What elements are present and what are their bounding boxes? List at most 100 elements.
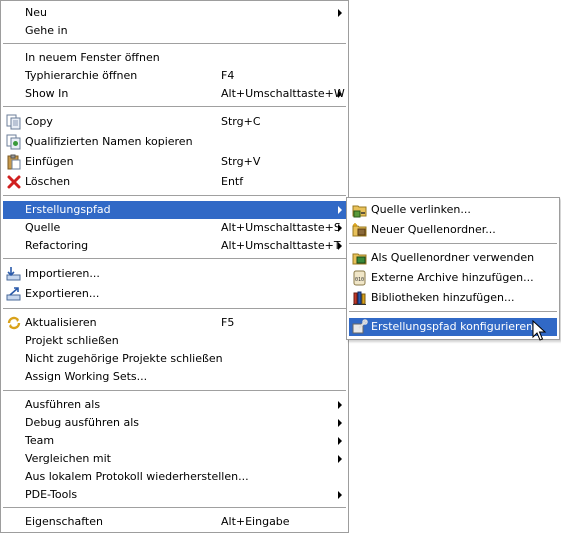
menu-item-label: Nicht zugehörige Projekte schließen xyxy=(25,352,223,365)
menu-separator xyxy=(349,243,557,244)
build-path-submenu: Quelle verlinken... Neuer Quellenordner.… xyxy=(346,197,560,340)
submenu-arrow-icon xyxy=(338,401,342,409)
menu-item-label: PDE-Tools xyxy=(25,488,78,501)
menu-item-accelerator: Alt+Umschalttaste+S xyxy=(221,221,341,234)
menu-item-refresh[interactable]: Aktualisieren F5 xyxy=(3,314,346,332)
add-libraries-icon xyxy=(352,290,368,306)
menu-item-close-project[interactable]: Projekt schließen xyxy=(3,332,346,350)
submenu-arrow-icon xyxy=(338,242,342,250)
menu-item-refactoring[interactable]: Refactoring Alt+Umschalttaste+T xyxy=(3,237,346,255)
submenu-item-new-source-folder[interactable]: Neuer Quellenordner... xyxy=(349,221,557,239)
mouse-cursor-icon xyxy=(532,320,547,341)
menu-item-accelerator: Strg+C xyxy=(221,115,261,128)
menu-item-pde-tools[interactable]: PDE-Tools xyxy=(3,486,346,504)
menu-item-label: Eigenschaften xyxy=(25,515,103,528)
export-icon xyxy=(6,286,22,302)
menu-item-delete[interactable]: Löschen Entf xyxy=(3,173,346,191)
menu-separator xyxy=(3,390,346,391)
submenu-arrow-icon xyxy=(338,455,342,463)
menu-item-debug-as[interactable]: Debug ausführen als xyxy=(3,414,346,432)
menu-item-accelerator: Alt+Umschalttaste+T xyxy=(221,239,341,252)
menu-item-label: Gehe in xyxy=(25,24,68,37)
menu-item-restore-from-local-history[interactable]: Aus lokalem Protokoll wiederherstellen..… xyxy=(3,468,346,486)
menu-item-copy-qualified-name[interactable]: Qualifizierten Namen kopieren xyxy=(3,133,346,151)
menu-item-close-unrelated-projects[interactable]: Nicht zugehörige Projekte schließen xyxy=(3,350,346,368)
submenu-item-add-external-archives[interactable]: 010 Externe Archive hinzufügen... xyxy=(349,269,557,287)
submenu-arrow-icon xyxy=(338,491,342,499)
menu-item-label: Team xyxy=(25,434,55,447)
menu-item-open-type-hierarchy[interactable]: Typhierarchie öffnen F4 xyxy=(3,67,346,85)
menu-item-label: Aktualisieren xyxy=(25,316,97,329)
menu-item-label: Vergleichen mit xyxy=(25,452,111,465)
menu-item-properties[interactable]: Eigenschaften Alt+Eingabe xyxy=(3,513,346,531)
menu-item-label: Neuer Quellenordner... xyxy=(371,223,496,236)
menu-item-label: Assign Working Sets... xyxy=(25,370,148,383)
submenu-item-use-as-source-folder[interactable]: Als Quellenordner verwenden xyxy=(349,249,557,267)
menu-item-label: Quelle xyxy=(25,221,61,234)
menu-item-show-in[interactable]: Show In Alt+Umschalttaste+W xyxy=(3,85,346,103)
menu-separator xyxy=(3,106,346,107)
configure-build-path-icon xyxy=(352,319,368,335)
menu-item-label: Externe Archive hinzufügen... xyxy=(371,271,534,284)
menu-item-assign-working-sets[interactable]: Assign Working Sets... xyxy=(3,368,346,386)
submenu-item-configure-build-path[interactable]: Erstellungspfad konfigurieren... xyxy=(349,318,557,336)
menu-item-neu[interactable]: Neu xyxy=(3,4,346,22)
submenu-item-add-libraries[interactable]: Bibliotheken hinzufügen... xyxy=(349,289,557,307)
refresh-icon xyxy=(6,315,22,331)
menu-separator xyxy=(3,507,346,508)
submenu-arrow-icon xyxy=(338,224,342,232)
submenu-arrow-icon xyxy=(338,437,342,445)
submenu-arrow-icon xyxy=(338,419,342,427)
menu-item-accelerator: F5 xyxy=(221,316,235,329)
menu-item-label: Quelle verlinken... xyxy=(371,203,471,216)
svg-text:010: 010 xyxy=(355,277,364,283)
menu-item-accelerator: Alt+Eingabe xyxy=(221,515,290,528)
menu-item-label: Copy xyxy=(25,115,53,128)
menu-item-accelerator: F4 xyxy=(221,69,235,82)
menu-item-label: Typhierarchie öffnen xyxy=(25,69,138,82)
menu-item-label: Als Quellenordner verwenden xyxy=(371,251,535,264)
menu-item-team[interactable]: Team xyxy=(3,432,346,450)
menu-item-label: Ausführen als xyxy=(25,398,101,411)
menu-item-accelerator: Alt+Umschalttaste+W xyxy=(221,87,345,100)
submenu-item-link-source[interactable]: Quelle verlinken... xyxy=(349,201,557,219)
menu-item-export[interactable]: Exportieren... xyxy=(3,285,346,303)
delete-icon xyxy=(6,174,22,190)
menu-item-accelerator: Strg+V xyxy=(221,155,261,168)
menu-item-label: Qualifizierten Namen kopieren xyxy=(25,135,193,148)
menu-item-label: Debug ausführen als xyxy=(25,416,139,429)
menu-item-label: Einfügen xyxy=(25,155,74,168)
menu-item-accelerator: Entf xyxy=(221,175,244,188)
add-external-archive-icon: 010 xyxy=(352,270,368,286)
import-icon xyxy=(6,266,22,282)
paste-icon xyxy=(6,154,22,170)
menu-item-import[interactable]: Importieren... xyxy=(3,265,346,283)
copy-qualified-name-icon xyxy=(6,134,22,150)
menu-item-label: Importieren... xyxy=(25,267,100,280)
menu-item-label: Refactoring xyxy=(25,239,89,252)
menu-item-source[interactable]: Quelle Alt+Umschalttaste+S xyxy=(3,219,346,237)
menu-item-label: Löschen xyxy=(25,175,71,188)
menu-item-paste[interactable]: Einfügen Strg+V xyxy=(3,153,346,171)
use-as-source-folder-icon xyxy=(352,250,368,266)
menu-item-label: Bibliotheken hinzufügen... xyxy=(371,291,515,304)
menu-separator xyxy=(3,195,346,196)
menu-item-label: Erstellungspfad konfigurieren... xyxy=(371,320,544,333)
menu-separator xyxy=(3,258,346,259)
menu-separator xyxy=(3,308,346,309)
menu-item-run-as[interactable]: Ausführen als xyxy=(3,396,346,414)
copy-icon xyxy=(6,114,22,130)
submenu-arrow-icon xyxy=(338,90,342,98)
menu-separator xyxy=(349,311,557,312)
menu-item-build-path[interactable]: Erstellungspfad xyxy=(3,201,346,219)
menu-item-copy[interactable]: Copy Strg+C xyxy=(3,113,346,131)
submenu-arrow-icon xyxy=(338,206,342,214)
menu-separator xyxy=(3,43,346,44)
menu-item-label: Exportieren... xyxy=(25,287,100,300)
menu-item-open-in-new-window[interactable]: In neuem Fenster öffnen xyxy=(3,49,346,67)
menu-item-label: Projekt schließen xyxy=(25,334,119,347)
new-source-folder-icon xyxy=(352,222,368,238)
menu-item-compare-with[interactable]: Vergleichen mit xyxy=(3,450,346,468)
context-menu: Neu Gehe in In neuem Fenster öffnen Typh… xyxy=(0,0,349,533)
menu-item-gehe-in[interactable]: Gehe in xyxy=(3,22,346,40)
